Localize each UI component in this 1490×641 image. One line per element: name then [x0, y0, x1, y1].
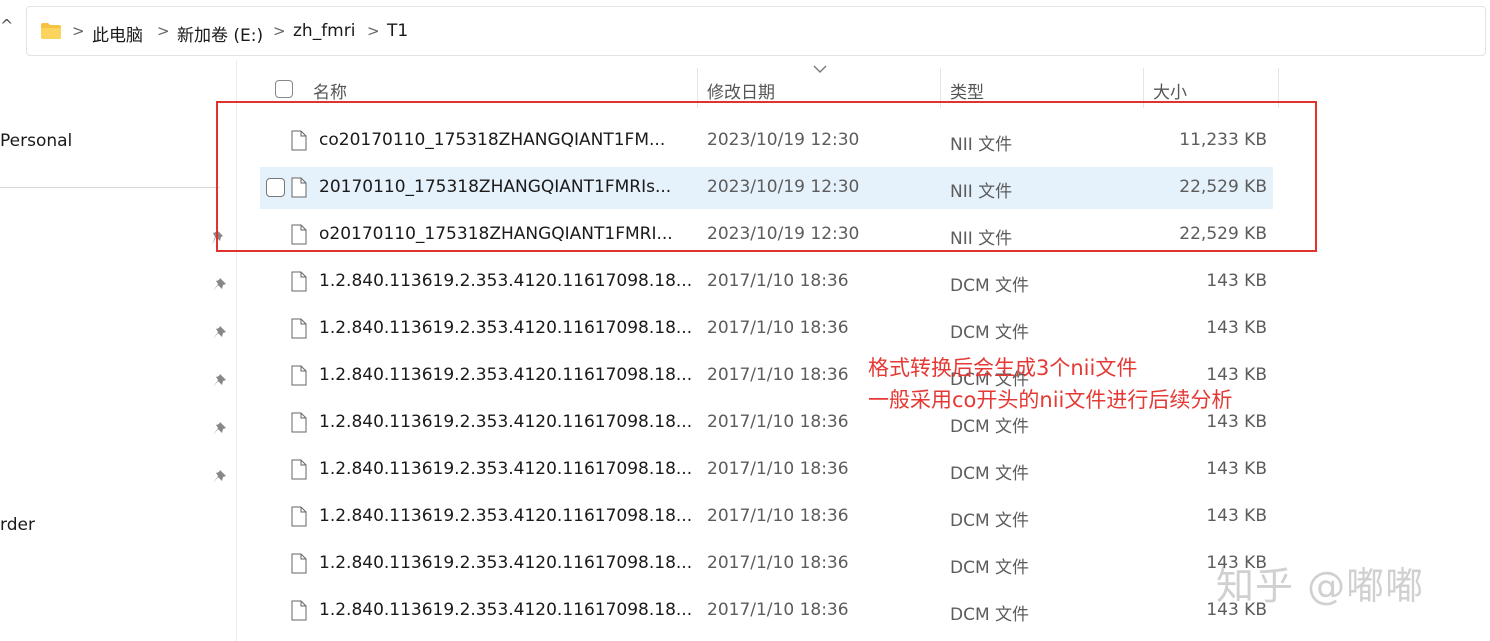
chevron-right-icon: > — [273, 22, 286, 40]
sidebar-separator — [0, 187, 220, 188]
pin-icon[interactable] — [211, 324, 229, 342]
column-header-name[interactable]: 名称 — [313, 78, 347, 103]
file-type: DCM 文件 — [950, 605, 1030, 625]
file-row[interactable]: 1.2.840.113619.2.353.4120.11617098.18...… — [260, 496, 1273, 538]
address-bar[interactable]: > 此电脑 > 新加卷 (E:) > zh_fmri > T1 — [26, 6, 1486, 56]
file-size: 143 KB — [1206, 271, 1267, 291]
column-header-type[interactable]: 类型 — [950, 78, 984, 103]
file-size: 143 KB — [1206, 365, 1267, 385]
file-type: DCM 文件 — [950, 417, 1030, 437]
file-size: 143 KB — [1206, 318, 1267, 338]
file-name: 1.2.840.113619.2.353.4120.11617098.18... — [319, 271, 693, 291]
file-icon — [291, 412, 307, 433]
annotation-note-line1: 格式转换后会生成3个nii文件 — [868, 356, 1138, 380]
sidebar-item-folder[interactable]: rder — [0, 515, 35, 535]
file-name: 1.2.840.113619.2.353.4120.11617098.18... — [319, 506, 693, 526]
file-icon — [291, 459, 307, 480]
chevron-right-icon: > — [157, 22, 170, 40]
annotation-highlight-box — [216, 101, 1317, 252]
file-name: 1.2.840.113619.2.353.4120.11617098.18... — [319, 318, 693, 338]
file-date: 2017/1/10 18:36 — [707, 459, 849, 479]
chevron-right-icon: > — [72, 22, 85, 40]
file-icon — [291, 318, 307, 339]
watermark: 知乎 @嘟嘟 — [1216, 564, 1425, 608]
sort-chevron-icon — [813, 65, 827, 73]
file-size: 143 KB — [1206, 506, 1267, 526]
breadcrumb-drive-e[interactable]: 新加卷 (E:) — [177, 21, 263, 46]
breadcrumb-t1[interactable]: T1 — [387, 21, 408, 41]
column-header-date[interactable]: 修改日期 — [707, 78, 775, 103]
file-icon — [291, 506, 307, 527]
file-type: DCM 文件 — [950, 511, 1030, 531]
file-icon — [291, 365, 307, 386]
file-name: 1.2.840.113619.2.353.4120.11617098.18... — [319, 553, 693, 573]
file-type: DCM 文件 — [950, 558, 1030, 578]
annotation-note-line2: 一般采用co开头的nii文件进行后续分析 — [868, 388, 1233, 412]
nav-up-button[interactable]: ^ — [0, 16, 13, 35]
file-type: DCM 文件 — [950, 276, 1030, 296]
file-name: 1.2.840.113619.2.353.4120.11617098.18... — [319, 412, 693, 432]
pin-icon[interactable] — [211, 276, 229, 294]
file-name: 1.2.840.113619.2.353.4120.11617098.18... — [319, 365, 693, 385]
file-size: 143 KB — [1206, 459, 1267, 479]
file-date: 2017/1/10 18:36 — [707, 553, 849, 573]
file-type: DCM 文件 — [950, 323, 1030, 343]
file-date: 2017/1/10 18:36 — [707, 365, 849, 385]
column-header-size[interactable]: 大小 — [1153, 78, 1187, 103]
file-row[interactable]: 1.2.840.113619.2.353.4120.11617098.18...… — [260, 590, 1273, 632]
sidebar-item-personal[interactable]: Personal — [0, 131, 72, 151]
file-row[interactable]: 1.2.840.113619.2.353.4120.11617098.18...… — [260, 261, 1273, 303]
file-icon — [291, 600, 307, 621]
file-date: 2017/1/10 18:36 — [707, 271, 849, 291]
select-all-checkbox[interactable] — [275, 80, 293, 98]
pin-icon[interactable] — [211, 420, 229, 438]
file-row[interactable]: 1.2.840.113619.2.353.4120.11617098.18...… — [260, 449, 1273, 491]
pin-icon[interactable] — [211, 372, 229, 390]
pin-icon[interactable] — [211, 468, 229, 486]
file-row[interactable]: 1.2.840.113619.2.353.4120.11617098.18...… — [260, 308, 1273, 350]
file-date: 2017/1/10 18:36 — [707, 412, 849, 432]
file-row[interactable]: 1.2.840.113619.2.353.4120.11617098.18...… — [260, 543, 1273, 585]
breadcrumb-zh-fmri[interactable]: zh_fmri — [293, 21, 355, 41]
breadcrumb-this-pc[interactable]: 此电脑 — [92, 21, 143, 46]
file-icon — [291, 271, 307, 292]
file-date: 2017/1/10 18:36 — [707, 506, 849, 526]
folder-icon — [41, 23, 61, 39]
file-type: DCM 文件 — [950, 464, 1030, 484]
file-date: 2017/1/10 18:36 — [707, 318, 849, 338]
file-date: 2017/1/10 18:36 — [707, 600, 849, 620]
file-name: 1.2.840.113619.2.353.4120.11617098.18... — [319, 459, 693, 479]
file-icon — [291, 553, 307, 574]
chevron-right-icon: > — [367, 22, 380, 40]
file-name: 1.2.840.113619.2.353.4120.11617098.18... — [319, 600, 693, 620]
file-size: 143 KB — [1206, 412, 1267, 432]
